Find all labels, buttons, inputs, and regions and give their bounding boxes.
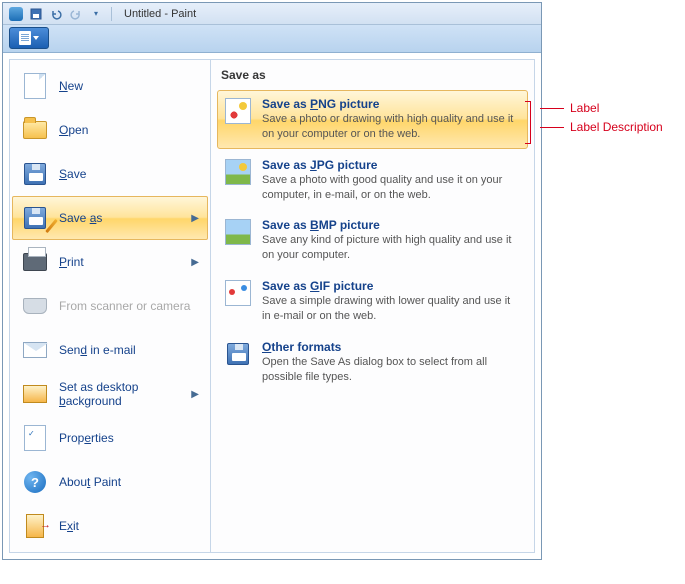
open-folder-icon xyxy=(21,116,49,144)
ribbon-strip xyxy=(3,25,541,53)
format-title: Save as GIF picture xyxy=(262,279,521,293)
paint-window: ▾ Untitled - Paint New Open Save xyxy=(2,2,542,560)
menu-label: Exit xyxy=(59,519,79,533)
desktop-background-icon xyxy=(21,380,49,408)
menu-item-print[interactable]: Print ▶ xyxy=(12,240,208,284)
menu-label: Set as desktop background xyxy=(59,380,181,408)
qat-customize-icon[interactable]: ▾ xyxy=(89,7,103,21)
menu-left-column: New Open Save Save as ▶ Print ▶ xyxy=(9,59,211,553)
application-menu-panel: New Open Save Save as ▶ Print ▶ xyxy=(3,53,541,559)
format-title: Other formats xyxy=(262,340,521,354)
submenu-arrow-icon: ▶ xyxy=(191,389,199,400)
format-description: Save a simple drawing with lower quality… xyxy=(262,294,521,324)
qat-undo-icon[interactable] xyxy=(49,7,63,21)
menu-label: Save as xyxy=(59,211,102,225)
scanner-icon xyxy=(21,292,49,320)
format-description: Save a photo or drawing with high qualit… xyxy=(262,112,521,142)
menu-item-open[interactable]: Open xyxy=(12,108,208,152)
jpg-thumbnail-icon xyxy=(224,158,252,186)
format-option-gif[interactable]: Save as GIF picture Save a simple drawin… xyxy=(217,272,528,331)
menu-label: New xyxy=(59,79,83,93)
menu-item-save[interactable]: Save xyxy=(12,152,208,196)
save-as-submenu-panel: Save as Save as PNG picture Save a photo… xyxy=(211,59,535,553)
help-icon: ? xyxy=(21,468,49,496)
titlebar-separator xyxy=(111,7,112,21)
submenu-arrow-icon: ▶ xyxy=(191,213,199,224)
menu-item-send-email[interactable]: Send in e-mail xyxy=(12,328,208,372)
menu-label: Send in e-mail xyxy=(59,343,136,357)
bmp-thumbnail-icon xyxy=(224,218,252,246)
format-option-jpg[interactable]: Save as JPG picture Save a photo with go… xyxy=(217,151,528,210)
new-file-icon xyxy=(21,72,49,100)
format-option-other[interactable]: Other formats Open the Save As dialog bo… xyxy=(217,333,528,392)
menu-item-desktop-background[interactable]: Set as desktop background ▶ xyxy=(12,372,208,416)
panel-heading: Save as xyxy=(217,64,528,90)
annotation-bracket xyxy=(525,101,531,144)
qat-redo-icon[interactable] xyxy=(69,7,83,21)
save-floppy-icon xyxy=(21,160,49,188)
annotation-text: Label Description xyxy=(570,120,663,134)
format-description: Open the Save As dialog box to select fr… xyxy=(262,355,521,385)
printer-icon xyxy=(21,248,49,276)
menu-label: Print xyxy=(59,255,84,269)
menu-label: From scanner or camera xyxy=(59,299,190,313)
submenu-arrow-icon: ▶ xyxy=(191,257,199,268)
window-title: Untitled - Paint xyxy=(124,8,196,20)
format-description: Save a photo with good quality and use i… xyxy=(262,173,521,203)
menu-item-exit[interactable]: Exit xyxy=(12,504,208,548)
save-as-icon xyxy=(21,204,49,232)
application-menu-button[interactable] xyxy=(9,27,49,49)
menu-item-about[interactable]: ? About Paint xyxy=(12,460,208,504)
png-thumbnail-icon xyxy=(224,97,252,125)
exit-icon xyxy=(21,512,49,540)
menu-label: Save xyxy=(59,167,86,181)
titlebar: ▾ Untitled - Paint xyxy=(3,3,541,25)
envelope-icon xyxy=(21,336,49,364)
menu-item-new[interactable]: New xyxy=(12,64,208,108)
format-title: Save as PNG picture xyxy=(262,97,521,111)
menu-item-scanner: From scanner or camera xyxy=(12,284,208,328)
app-orb-icon xyxy=(9,7,23,21)
format-title: Save as BMP picture xyxy=(262,218,521,232)
menu-label: Open xyxy=(59,123,88,137)
qat-save-icon[interactable] xyxy=(29,7,43,21)
dropdown-caret-icon xyxy=(33,36,39,40)
gif-thumbnail-icon xyxy=(224,279,252,307)
menu-label: About Paint xyxy=(59,475,121,489)
format-description: Save any kind of picture with high quali… xyxy=(262,233,521,263)
annotation-text: Label xyxy=(570,101,599,115)
annotation-label-line: Label xyxy=(540,101,599,115)
menu-item-properties[interactable]: Properties xyxy=(12,416,208,460)
format-option-png[interactable]: Save as PNG picture Save a photo or draw… xyxy=(217,90,528,149)
menu-item-save-as[interactable]: Save as ▶ xyxy=(12,196,208,240)
document-icon xyxy=(19,31,31,45)
annotation-desc-line: Label Description xyxy=(540,120,663,134)
format-option-bmp[interactable]: Save as BMP picture Save any kind of pic… xyxy=(217,211,528,270)
other-formats-icon xyxy=(224,340,252,368)
menu-label: Properties xyxy=(59,431,114,445)
properties-icon xyxy=(21,424,49,452)
format-title: Save as JPG picture xyxy=(262,158,521,172)
